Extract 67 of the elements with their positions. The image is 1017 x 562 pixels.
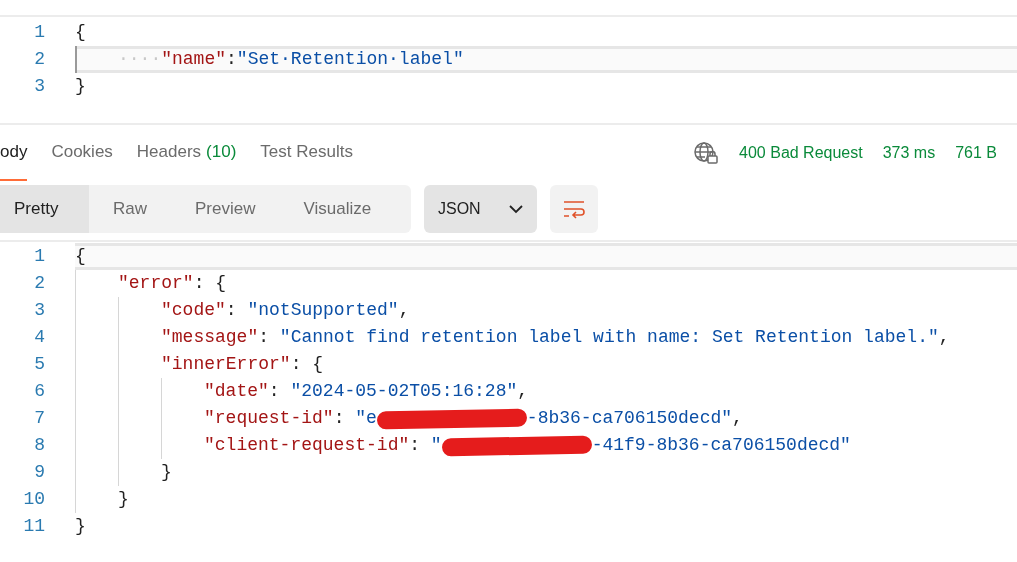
punctuation: : — [258, 326, 271, 349]
line-number: 2 — [33, 272, 45, 295]
json-key: "name" — [161, 46, 227, 73]
chevron-down-icon — [509, 204, 523, 214]
json-key: "request-id" — [204, 405, 334, 432]
json-string: " — [430, 434, 442, 457]
punctuation: : — [226, 48, 237, 71]
response-size: 761 B — [955, 143, 997, 163]
response-tab[interactable]: Test Results — [260, 125, 353, 181]
line-number: 6 — [33, 380, 45, 403]
json-key: "error" — [118, 270, 194, 297]
punctuation: , — [732, 407, 743, 430]
line-number: 4 — [33, 326, 45, 349]
line-number: 10 — [22, 488, 45, 511]
json-string: -41f9-8b36-ca706150decd" — [591, 434, 851, 457]
json-key: "innerError" — [161, 351, 291, 378]
line-number: 5 — [33, 353, 45, 376]
punctuation: : — [225, 299, 238, 322]
response-tab[interactable]: ody — [0, 125, 28, 181]
response-tab[interactable]: Headers (10) — [136, 125, 237, 181]
format-dropdown[interactable]: JSON — [424, 185, 537, 233]
globe-lock-icon[interactable] — [693, 141, 720, 165]
json-string: "Set·Retention·label" — [236, 48, 464, 71]
line-number: 11 — [22, 515, 45, 538]
line-number: 2 — [33, 48, 45, 71]
line-number: 9 — [33, 461, 45, 484]
view-mode-tab[interactable]: Raw — [89, 185, 171, 233]
punctuation: : — [409, 434, 422, 457]
json-string: "2024-05-02T05:16:28" — [290, 380, 518, 403]
json-string: "Cannot find retention label with name: Set Retention label." — [279, 326, 939, 349]
line-number: 7 — [33, 407, 45, 430]
status-code: 400 Bad Request — [739, 143, 863, 163]
view-mode-tab[interactable]: Visualize — [279, 185, 396, 233]
brace: { — [215, 272, 227, 295]
json-string: "notSupported" — [247, 299, 399, 322]
brace: } — [75, 515, 86, 538]
response-time: 373 ms — [882, 143, 936, 163]
punctuation: , — [517, 380, 529, 403]
wrap-lines-button[interactable] — [550, 185, 598, 233]
json-key: "date" — [204, 378, 269, 405]
json-key: "client-request-id" — [204, 432, 410, 459]
brace: } — [161, 461, 172, 484]
response-tab[interactable]: Cookies — [51, 125, 113, 181]
json-string: -8b36-ca706150decd" — [526, 407, 733, 430]
brace: } — [75, 75, 86, 98]
brace: { — [75, 21, 86, 44]
json-key: "code" — [161, 297, 226, 324]
punctuation: : — [193, 272, 206, 295]
view-mode-tab[interactable]: Pretty — [0, 185, 89, 233]
brace: { — [75, 245, 86, 268]
line-number: 1 — [33, 245, 45, 268]
whitespace-marks: ···· — [118, 48, 162, 71]
wrap-icon — [562, 199, 586, 219]
json-string: "e — [355, 407, 377, 430]
punctuation: , — [398, 299, 410, 322]
punctuation: : — [268, 380, 281, 403]
punctuation: , — [938, 326, 950, 349]
json-key: "message" — [161, 324, 259, 351]
brace: } — [118, 488, 129, 511]
line-number: 8 — [33, 434, 45, 457]
line-number: 1 — [33, 21, 45, 44]
line-number: 3 — [33, 299, 45, 322]
brace: { — [312, 353, 324, 376]
punctuation: : — [290, 353, 303, 376]
punctuation: : — [333, 407, 346, 430]
view-mode-tab[interactable]: Preview — [171, 185, 280, 233]
line-number: 3 — [33, 75, 45, 98]
